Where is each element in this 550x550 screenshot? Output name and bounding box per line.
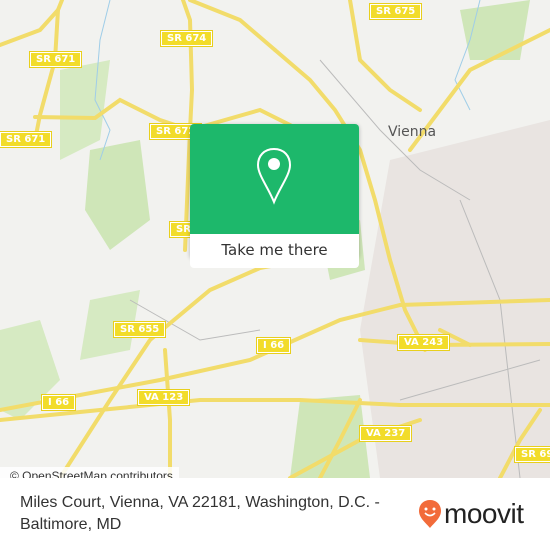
address-text: Miles Court, Vienna, VA 22181, Washingto…	[20, 494, 380, 533]
road-shield: VA 237	[358, 425, 413, 442]
popup-header	[190, 124, 359, 234]
road-shield: I 66	[40, 394, 77, 411]
road-shield: VA 123	[136, 389, 191, 406]
road-shield: I 66	[255, 337, 292, 354]
moovit-logo[interactable]: moovit	[418, 498, 524, 530]
map-attribution[interactable]: © OpenStreetMap contributors	[0, 467, 179, 478]
map[interactable]: Vienna SR 675 SR 674 SR 671 SR 671 SR 67…	[0, 0, 550, 478]
brand-name: moovit	[444, 498, 524, 529]
place-label-vienna: Vienna	[388, 124, 437, 140]
road-shield: SR 671	[0, 131, 53, 148]
park-area	[85, 140, 150, 250]
moovit-pin-icon	[419, 500, 441, 528]
road-shield: SR 674	[159, 30, 214, 47]
road-shield: SR 655	[112, 321, 167, 338]
road-shield: SR 675	[368, 3, 423, 20]
road-shield: SR 671	[28, 51, 83, 68]
park-area	[60, 60, 110, 160]
road-shield: VA 243	[396, 334, 451, 351]
map-pin-icon	[256, 147, 292, 205]
location-popup: Take me there	[190, 124, 359, 268]
popup-pointer	[268, 257, 282, 265]
road-shield: SR 69	[513, 446, 550, 463]
footer: Miles Court, Vienna, VA 22181, Washingto…	[0, 478, 550, 550]
park-area	[460, 0, 530, 60]
